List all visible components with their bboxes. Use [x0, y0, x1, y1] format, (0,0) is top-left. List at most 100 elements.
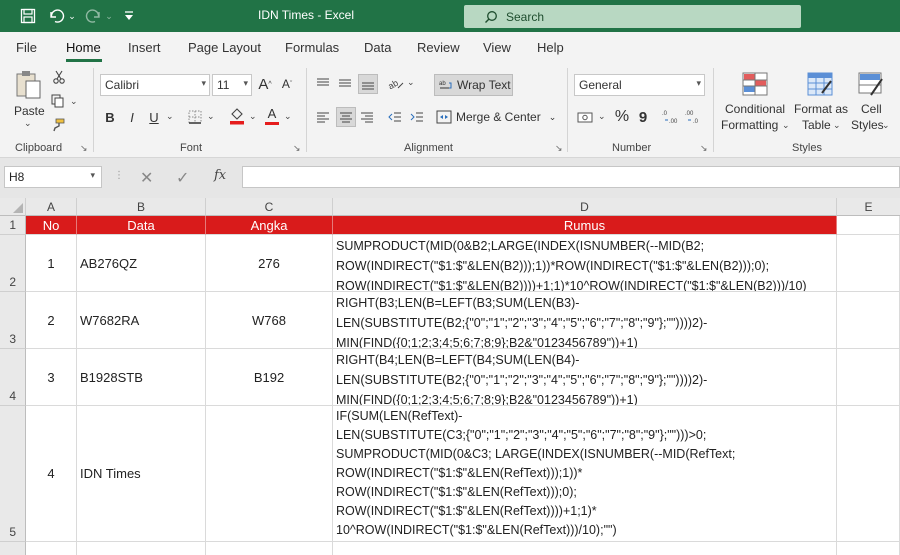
column-header-e[interactable]: E — [837, 198, 900, 216]
table-cell-rumus[interactable]: RIGHT(B4;LEN(B=LEFT(B4;SUM(LEN(B4)- LEN(… — [333, 349, 837, 406]
table-cell[interactable] — [837, 235, 900, 292]
tab-home[interactable]: Home — [66, 40, 101, 55]
align-right-icon[interactable] — [358, 108, 376, 126]
table-cell-data[interactable]: IDN Times — [77, 406, 206, 542]
redo-dropdown-icon[interactable]: ⌄ — [104, 6, 114, 26]
table-cell[interactable] — [837, 292, 900, 349]
align-center-icon[interactable] — [336, 107, 356, 127]
number-launcher-icon[interactable]: ↘ — [700, 143, 708, 154]
column-header-c[interactable]: C — [206, 198, 333, 216]
cell-styles-icon[interactable] — [856, 70, 886, 98]
decrease-indent-icon[interactable] — [386, 108, 404, 126]
grow-font-icon[interactable]: A ^ — [256, 75, 274, 93]
table-cell[interactable] — [206, 542, 333, 555]
table-cell[interactable] — [333, 542, 837, 555]
tab-file[interactable]: File — [16, 40, 37, 55]
decrease-decimal-icon[interactable]: .00.0 — [684, 108, 704, 126]
cell-styles-dropdown-icon[interactable]: ⌄ — [882, 120, 890, 131]
select-all-corner[interactable] — [0, 198, 26, 216]
underline-button[interactable]: U — [146, 108, 162, 126]
font-family-select[interactable]: Calibri ▾ — [100, 74, 210, 96]
paste-icon[interactable] — [12, 68, 46, 102]
font-color-dropdown-icon[interactable]: ⌄ — [284, 111, 292, 122]
format-painter-icon[interactable] — [50, 118, 66, 132]
table-cell-angka[interactable] — [206, 406, 333, 542]
table-cell[interactable] — [26, 542, 77, 555]
borders-icon[interactable] — [186, 108, 204, 126]
more-options-icon[interactable]: ⋮ — [114, 170, 124, 181]
header-cell-data[interactable]: Data — [77, 216, 206, 235]
table-cell-angka[interactable]: W768 — [206, 292, 333, 349]
name-box-dropdown-icon[interactable]: ▾ — [90, 170, 95, 181]
accounting-format-icon[interactable] — [576, 108, 596, 126]
table-cell-no[interactable]: 3 — [26, 349, 77, 406]
row-header-4[interactable]: 4 — [0, 349, 26, 406]
table-cell-data[interactable]: AB276QZ — [77, 235, 206, 292]
font-color-icon[interactable]: A — [264, 106, 280, 126]
paste-dropdown-icon[interactable]: ⌄ — [24, 118, 32, 129]
clipboard-launcher-icon[interactable]: ↘ — [80, 143, 88, 154]
conditional-formatting-icon[interactable] — [740, 70, 770, 98]
orientation-dropdown-icon[interactable]: ⌄ — [407, 77, 415, 88]
tab-insert[interactable]: Insert — [128, 40, 161, 55]
table-cell-angka[interactable]: B192 — [206, 349, 333, 406]
increase-decimal-icon[interactable]: .0.00 — [661, 108, 681, 126]
table-cell[interactable] — [77, 542, 206, 555]
font-size-select[interactable]: 11 ▾ — [212, 74, 252, 96]
fill-color-icon[interactable] — [228, 106, 246, 126]
underline-dropdown-icon[interactable]: ⌄ — [166, 111, 174, 122]
format-as-table-icon[interactable] — [805, 70, 835, 98]
insert-function-icon[interactable]: fx — [214, 168, 226, 183]
copy-icon[interactable] — [50, 94, 66, 108]
table-cell[interactable] — [837, 349, 900, 406]
table-cell-angka[interactable]: 276 — [206, 235, 333, 292]
wrap-text-button[interactable]: ab Wrap Text — [434, 74, 513, 96]
borders-dropdown-icon[interactable]: ⌄ — [207, 111, 215, 122]
table-cell-rumus[interactable]: RIGHT(B3;LEN(B=LEFT(B3;SUM(LEN(B3)- LEN(… — [333, 292, 837, 349]
column-header-d[interactable]: D — [333, 198, 837, 216]
undo-dropdown-icon[interactable]: ⌄ — [67, 6, 77, 26]
header-cell-angka[interactable]: Angka — [206, 216, 333, 235]
table-cell-data[interactable]: W7682RA — [77, 292, 206, 349]
accounting-dropdown-icon[interactable]: ⌄ — [598, 111, 606, 122]
format-as-table-dropdown-icon[interactable]: ⌄ — [833, 120, 841, 131]
italic-button[interactable]: I — [124, 108, 140, 126]
bold-button[interactable]: B — [102, 108, 118, 126]
cancel-icon[interactable]: ✕ — [140, 168, 153, 188]
row-header-3[interactable]: 3 — [0, 292, 26, 349]
table-cell-no[interactable]: 2 — [26, 292, 77, 349]
increase-indent-icon[interactable] — [408, 108, 426, 126]
percent-button[interactable]: % — [613, 107, 631, 127]
header-cell-rumus[interactable]: Rumus — [333, 216, 837, 235]
table-cell-no[interactable]: 4 — [26, 406, 77, 542]
bottom-align-icon[interactable] — [358, 74, 378, 94]
format-as-table-label[interactable]: Format as — [794, 102, 848, 116]
table-cell-no[interactable]: 1 — [26, 235, 77, 292]
header-cell-no[interactable]: No — [26, 216, 77, 235]
save-icon[interactable] — [18, 6, 38, 26]
copy-dropdown-icon[interactable]: ⌄ — [70, 96, 78, 107]
table-cell-rumus[interactable]: IF(SUM(LEN(RefText)- LEN(SUBSTITUTE(C3;{… — [333, 406, 837, 542]
formula-input[interactable] — [242, 166, 900, 188]
table-cell-rumus[interactable]: SUMPRODUCT(MID(0&B2;LARGE(INDEX(ISNUMBER… — [333, 235, 837, 292]
cut-icon[interactable] — [52, 70, 66, 84]
customize-toolbar-icon[interactable] — [122, 6, 136, 26]
undo-icon[interactable] — [46, 6, 66, 26]
cell-styles-label[interactable]: Cell — [861, 102, 882, 116]
row-header-1[interactable]: 1 — [0, 216, 26, 235]
orientation-icon[interactable]: ab — [386, 74, 406, 92]
name-box[interactable]: H8 ▾ — [4, 166, 102, 188]
format-as-table-label-2[interactable]: Table — [802, 118, 831, 132]
conditional-formatting-label-2[interactable]: Formatting — [721, 118, 778, 132]
conditional-formatting-label[interactable]: Conditional — [725, 102, 785, 116]
tab-formulas[interactable]: Formulas — [285, 40, 339, 55]
row-header-5[interactable]: 5 — [0, 406, 26, 542]
redo-icon[interactable] — [84, 6, 104, 26]
tab-review[interactable]: Review — [417, 40, 460, 55]
row-header-6[interactable] — [0, 542, 26, 555]
table-cell-data[interactable]: B1928STB — [77, 349, 206, 406]
search-box[interactable]: Search — [464, 5, 801, 28]
comma-style-button[interactable]: 9 — [636, 107, 650, 127]
top-align-icon[interactable] — [314, 74, 332, 92]
row-header-2[interactable]: 2 — [0, 235, 26, 292]
